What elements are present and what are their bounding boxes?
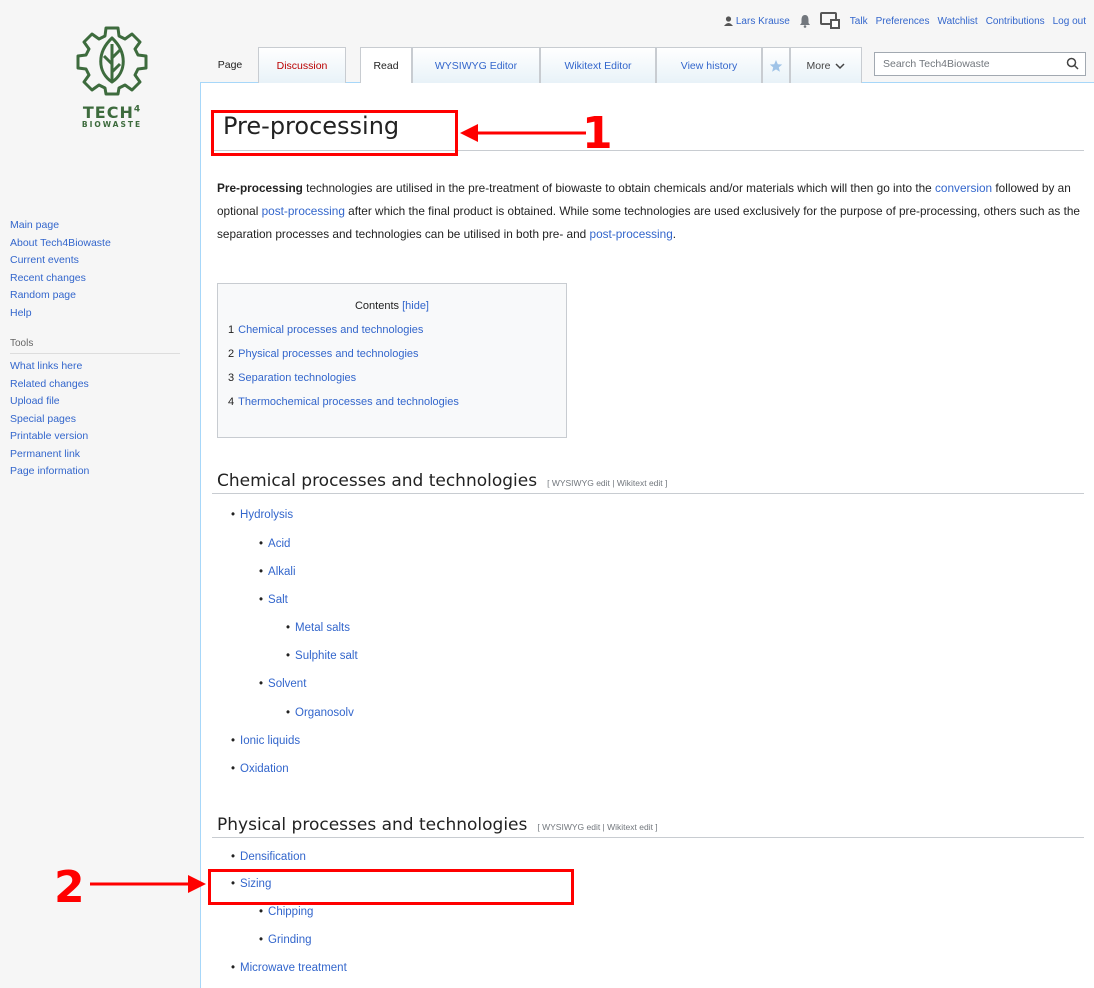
section-edit-links[interactable]: [ WYSIWYG edit | Wikitext edit ] — [547, 478, 667, 488]
sidebar-item-current-events[interactable]: Current events — [10, 252, 185, 270]
site-logo[interactable]: TECH4 BIOWASTE — [62, 22, 162, 129]
list-item[interactable]: Alkali — [259, 566, 295, 578]
talk-link[interactable]: Talk — [850, 16, 868, 27]
annotation-label-1: 1 — [582, 108, 613, 159]
toc-item[interactable]: 4 Thermochemical processes and technologi… — [218, 390, 566, 414]
section-divider — [212, 493, 1084, 494]
sidebar-item-permanent-link[interactable]: Permanent link — [10, 446, 185, 464]
bell-icon[interactable] — [798, 14, 812, 28]
post-processing-link-2[interactable]: post-processing — [590, 227, 673, 241]
list-item[interactable]: Microwave treatment — [231, 962, 347, 974]
intro-paragraph: Pre-processing technologies are utilised… — [217, 181, 1080, 241]
list-item[interactable]: Grinding — [259, 934, 311, 946]
user-icon — [723, 16, 733, 26]
section-edit-links[interactable]: [ WYSIWYG edit | Wikitext edit ] — [537, 822, 657, 832]
tab-page[interactable]: Page — [202, 47, 258, 83]
toc-item[interactable]: 1 Chemical processes and technologies — [218, 318, 566, 342]
annotation-box-1 — [211, 110, 458, 156]
annotation-arrow-1 — [460, 124, 586, 142]
section-divider — [212, 837, 1084, 838]
sidebar-item-page-information[interactable]: Page information — [10, 463, 185, 481]
list-item[interactable]: Oxidation — [231, 763, 289, 775]
watch-star-button[interactable] — [762, 47, 790, 83]
sidebar-item-upload-file[interactable]: Upload file — [10, 393, 185, 411]
sidebar-item-special-pages[interactable]: Special pages — [10, 411, 185, 429]
logo-gear-leaf-icon — [76, 26, 148, 96]
post-processing-link[interactable]: post-processing — [262, 204, 345, 218]
annotation-arrow-2 — [90, 875, 206, 893]
tab-wikitext-editor[interactable]: Wikitext Editor — [540, 47, 656, 83]
list-item[interactable]: Hydrolysis — [231, 509, 293, 521]
sidebar-item-about[interactable]: About Tech4Biowaste — [10, 235, 185, 253]
tab-bar: Page Discussion Read WYSIWYG Editor Wiki… — [202, 42, 1094, 83]
section-heading-chemical: Chemical processes and technologies[ WYS… — [217, 471, 668, 491]
tab-read[interactable]: Read — [360, 47, 412, 83]
tab-view-history[interactable]: View history — [656, 47, 762, 83]
toc-hide-link[interactable]: [hide] — [402, 300, 429, 312]
tab-discussion[interactable]: Discussion — [258, 47, 346, 83]
sidebar-item-printable-version[interactable]: Printable version — [10, 428, 185, 446]
sidebar-item-main-page[interactable]: Main page — [10, 217, 185, 235]
star-icon — [769, 59, 783, 72]
logo-subtext: BIOWASTE — [81, 120, 143, 129]
sidebar-item-what-links-here[interactable]: What links here — [10, 358, 185, 376]
sidebar-item-recent-changes[interactable]: Recent changes — [10, 270, 185, 288]
logout-link[interactable]: Log out — [1053, 16, 1086, 27]
list-item[interactable]: Solvent — [259, 678, 306, 690]
list-item[interactable]: Organosolv — [286, 707, 354, 719]
chevron-down-icon — [835, 62, 845, 69]
tray-icon[interactable] — [819, 12, 842, 30]
list-item[interactable]: Metal salts — [286, 622, 350, 634]
conversion-link[interactable]: conversion — [935, 181, 992, 195]
sidebar-item-random-page[interactable]: Random page — [10, 287, 185, 305]
toc-item[interactable]: 2 Physical processes and technologies — [218, 342, 566, 366]
toc-item[interactable]: 3 Separation technologies — [218, 366, 566, 390]
section-heading-physical: Physical processes and technologies[ WYS… — [217, 815, 658, 835]
tab-wysiwyg-editor[interactable]: WYSIWYG Editor — [412, 47, 540, 83]
watchlist-link[interactable]: Watchlist — [938, 16, 978, 27]
user-link[interactable]: Lars Krause — [723, 16, 790, 27]
toc-title: Contents [hide] — [354, 300, 429, 312]
list-item[interactable]: Densification — [231, 851, 306, 863]
annotation-box-2 — [208, 869, 574, 905]
list-item[interactable]: Chipping — [259, 906, 313, 918]
contributions-link[interactable]: Contributions — [986, 16, 1045, 27]
annotation-label-2: 2 — [54, 862, 85, 913]
more-menu[interactable]: More — [790, 47, 862, 83]
sidebar: Main page About Tech4Biowaste Current ev… — [10, 217, 185, 481]
tools-heading: Tools — [10, 338, 180, 354]
list-item[interactable]: Salt — [259, 594, 288, 606]
table-of-contents: Contents [hide] 1 Chemical processes and … — [217, 283, 567, 438]
sidebar-item-help[interactable]: Help — [10, 305, 185, 323]
search-input[interactable]: Search Tech4Biowaste — [874, 52, 1086, 76]
personal-bar: Lars Krause Talk Preferences Watchlist C… — [723, 12, 1086, 30]
list-item[interactable]: Sulphite salt — [286, 650, 358, 662]
search-icon[interactable] — [1066, 57, 1079, 70]
list-item[interactable]: Ionic liquids — [231, 735, 300, 747]
list-item[interactable]: Acid — [259, 538, 290, 550]
preferences-link[interactable]: Preferences — [876, 16, 930, 27]
sidebar-item-related-changes[interactable]: Related changes — [10, 376, 185, 394]
